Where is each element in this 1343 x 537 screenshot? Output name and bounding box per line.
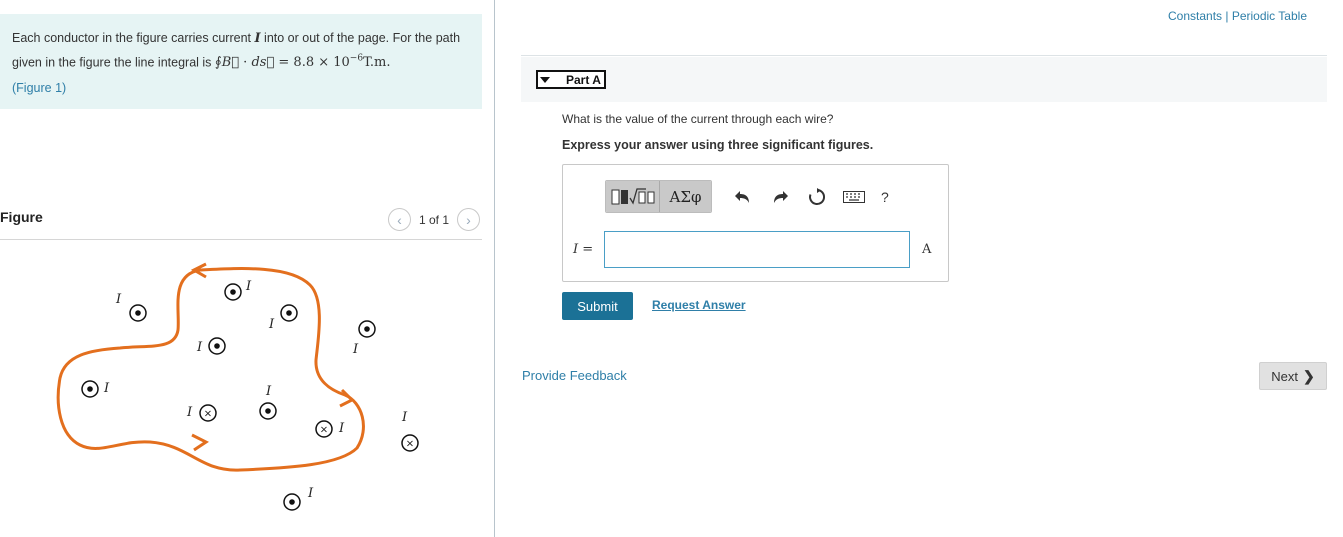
chevron-right-icon: ❯ (1303, 367, 1315, 384)
redo-icon[interactable] (767, 184, 793, 210)
help-icon[interactable]: ? (881, 189, 889, 205)
svg-text:×: × (204, 409, 212, 420)
part-a-toggle[interactable]: Part A (536, 70, 606, 89)
left-panel: Each conductor in the figure carries cur… (0, 0, 495, 537)
periodic-table-link[interactable]: Periodic Table (1232, 9, 1307, 23)
answer-input[interactable] (604, 231, 910, 268)
wire-current-label: I (245, 279, 252, 294)
part-a-header: Part A (521, 57, 1327, 102)
previous-figure-button[interactable]: ‹ (387, 208, 411, 231)
caret-down-icon (540, 76, 550, 83)
wire-current-out-icon: I (268, 304, 298, 332)
reset-icon[interactable] (804, 184, 830, 210)
wire-current-label: I (186, 405, 193, 420)
header-links: Constants | Periodic Table (1168, 9, 1307, 23)
wire-current-out-icon: I (81, 380, 110, 398)
svg-text:×: × (406, 439, 414, 450)
wire-current-in-icon: ×I (186, 404, 217, 422)
path-arrow-icon (191, 433, 209, 452)
answer-input-row: I = A (573, 231, 931, 268)
wire-current-label: I (115, 292, 122, 307)
templates-button[interactable] (606, 181, 660, 212)
math-template-group: ΑΣφ (605, 180, 712, 213)
wires-group: IIIIII I×I× I×II (81, 279, 419, 511)
problem-text-part1: Each conductor in the figure carries cur… (12, 31, 255, 45)
next-figure-button[interactable]: › (457, 208, 480, 231)
keyboard-icon[interactable] (841, 184, 867, 210)
wire-current-out-icon: I (196, 337, 226, 355)
question-text: What is the value of the current through… (562, 112, 834, 126)
line-integral-expression: ∮B⃗ · ds⃗ = 8.8 × 10−6T.m. (214, 54, 391, 71)
wire-current-label: I (103, 381, 110, 396)
figure-pager: ‹ 1 of 1 › (387, 208, 480, 231)
answer-unit-label: A (922, 242, 932, 257)
templates-icon (611, 187, 654, 205)
wire-current-label: I (268, 317, 275, 332)
wire-current-in-icon: ×I (315, 420, 345, 438)
undo-icon[interactable] (730, 184, 756, 210)
provide-feedback-link[interactable]: Provide Feedback (522, 368, 627, 383)
wire-current-label: I (196, 340, 203, 355)
link-separator: | (1222, 9, 1232, 23)
math-toolbar: ΑΣφ ? (605, 180, 889, 213)
chevron-left-icon: ‹ (397, 211, 402, 228)
next-button[interactable]: Next ❯ (1259, 362, 1327, 390)
problem-statement: Each conductor in the figure carries cur… (0, 14, 482, 109)
wire-current-label: I (401, 410, 408, 425)
constants-link[interactable]: Constants (1168, 9, 1222, 23)
wire-current-label: I (352, 342, 359, 357)
wire-current-out-icon: I (352, 320, 376, 357)
header-divider (521, 55, 1327, 56)
wire-current-out-icon: I (283, 486, 314, 511)
amperian-path (56, 267, 365, 472)
wire-current-in-icon: ×I (401, 410, 419, 452)
pager-text: 1 of 1 (418, 212, 449, 227)
submit-button[interactable]: Submit (562, 292, 633, 320)
request-answer-link[interactable]: Request Answer (652, 298, 746, 312)
wire-current-out-icon: I (224, 279, 252, 301)
wire-current-out-icon: I (259, 384, 277, 420)
figure-1-link[interactable]: (Figure 1) (12, 81, 66, 95)
instructions-text: Express your answer using three signific… (562, 138, 874, 152)
figure-diagram: IIIIII I×I× I×II (56, 262, 419, 511)
figure-title: Figure (0, 209, 43, 225)
svg-text:×: × (320, 425, 328, 436)
wire-current-label: I (265, 384, 272, 399)
wire-current-label: I (307, 486, 314, 501)
answer-box: ΑΣφ ? I = A (562, 164, 949, 282)
wire-current-label: I (338, 421, 345, 436)
next-label: Next (1271, 368, 1298, 384)
answer-variable-label: I = (573, 242, 594, 257)
wire-current-out-icon: I (115, 292, 147, 322)
chevron-right-icon: › (466, 211, 471, 228)
greek-symbols-button[interactable]: ΑΣφ (660, 181, 711, 212)
figure-header: Figure ‹ 1 of 1 › (0, 205, 482, 240)
part-a-label: Part A (566, 72, 601, 87)
problem-text: Each conductor in the figure carries cur… (12, 28, 470, 73)
